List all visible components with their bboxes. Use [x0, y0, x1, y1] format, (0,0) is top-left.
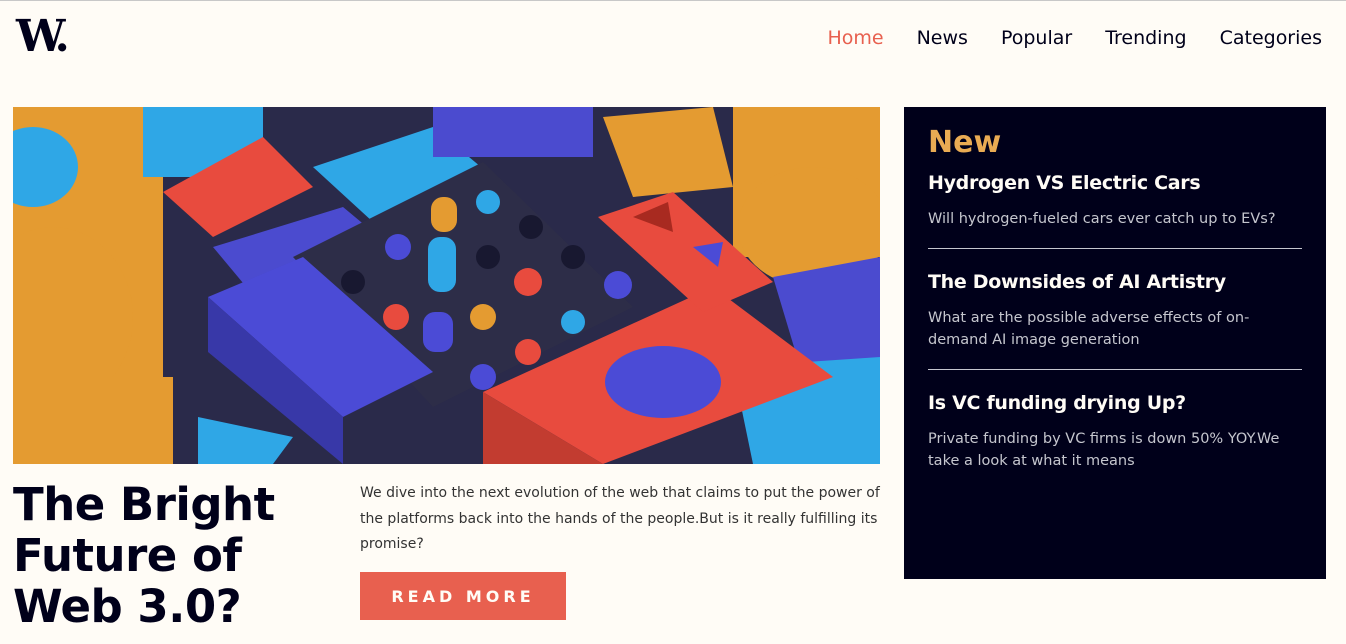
article-summary: What are the possible adverse effects of… [928, 310, 1250, 348]
nav-news[interactable]: News [917, 27, 968, 49]
read-more-button[interactable]: READ MORE [360, 572, 566, 620]
list-item: Hydrogen VS Electric Cars Will hydrogen-… [928, 172, 1302, 249]
article-headline[interactable]: The Bright Future of Web 3.0? [13, 479, 333, 632]
new-articles-panel: New Hydrogen VS Electric Cars Will hydro… [904, 107, 1326, 579]
site-logo[interactable]: W. [16, 15, 70, 59]
article-summary: Private funding by VC firms is down 50% … [928, 431, 1280, 469]
article-lead: We dive into the next evolution of the w… [360, 485, 880, 552]
nav-home[interactable]: Home [827, 27, 883, 49]
list-item: The Downsides of AI Artistry What are th… [928, 271, 1302, 370]
nav-categories[interactable]: Categories [1220, 27, 1322, 49]
article-title[interactable]: Hydrogen VS Electric Cars [928, 172, 1302, 194]
main-nav: Home News Popular Trending Categories [827, 27, 1322, 49]
hero-image [13, 107, 880, 464]
hero-illustration [13, 107, 880, 464]
nav-trending[interactable]: Trending [1105, 27, 1186, 49]
nav-popular[interactable]: Popular [1001, 27, 1072, 49]
panel-title: New [928, 125, 1002, 160]
list-item: Is VC funding drying Up? Private funding… [928, 392, 1302, 490]
article-title[interactable]: The Downsides of AI Artistry [928, 271, 1302, 293]
article-summary: Will hydrogen-fueled cars ever catch up … [928, 211, 1276, 227]
article-title[interactable]: Is VC funding drying Up? [928, 392, 1302, 414]
